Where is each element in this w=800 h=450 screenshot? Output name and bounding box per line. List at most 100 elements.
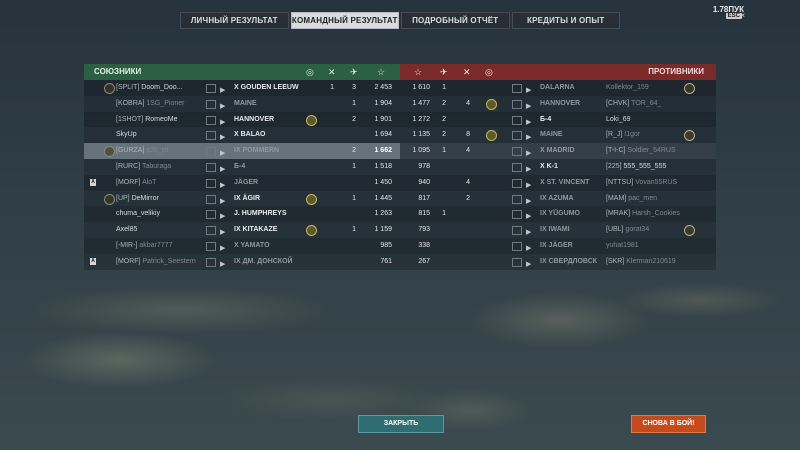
ally-row[interactable]: [RURC] Taburaga ▶ Б-4 1 1 518	[84, 158, 400, 175]
xp-value: 1 610	[412, 84, 430, 91]
enemies-header: ☆ ✈ ✕ ◎ ПРОТИВНИКИ	[400, 64, 716, 80]
battle-again-button[interactable]: СНОВА В БОЙ!	[631, 415, 706, 433]
ally-row[interactable]: SkyUp ▶ X BALAO 1 694	[84, 127, 400, 144]
player-label: Soldier_54RUS	[627, 147, 676, 155]
tier-icon	[512, 147, 522, 157]
clan-tag: [MRAK]	[606, 210, 631, 218]
player-label: yuhat1981	[606, 241, 639, 249]
clan-tag: [1SHOT]	[116, 115, 144, 123]
planes-value: 3	[352, 84, 356, 91]
table-row: A [MORF] Patrick_Seestern ▶ IX ДМ. ДОНСКОЙ 7…	[84, 253, 716, 270]
rank-badge-icon	[684, 83, 695, 94]
planes-value: 1	[442, 210, 446, 218]
enemy-row[interactable]: 1 272 2 ▶ Б-4 Loki_69	[400, 111, 716, 128]
enemy-row[interactable]: 1 610 1 ▶ DALARNA Kollektor_159	[400, 80, 716, 96]
ally-row[interactable]: [1SHOT] RomeoMe ▶ HANNOVER 2 1 901	[84, 111, 400, 128]
enemy-row[interactable]: 817 2 ▶ IX AZUMA [MAM] pac_men	[400, 190, 716, 207]
close-button[interactable]: ЗАКРЫТЬ	[358, 415, 444, 433]
tab-2[interactable]: ПОДРОБНЫЙ ОТЧЁТ	[401, 12, 510, 29]
ship-name: X MADRID	[540, 147, 575, 155]
tier-icon	[512, 241, 522, 251]
player-name: [225] 555_555_555	[606, 159, 666, 175]
clan-tag: [RURC]	[116, 162, 141, 170]
clan-tag: [R_J]	[606, 131, 623, 139]
tier-icon	[206, 115, 216, 125]
player-label: SkyUp	[116, 131, 137, 139]
xp-value: 1 159	[374, 226, 392, 234]
clan-tag: [UP]	[116, 194, 130, 202]
enemy-row[interactable]: 793 ▶ IX IWAMI [UBL] gorat34	[400, 222, 716, 238]
enemy-row[interactable]: 1 095 1 4 ▶ X MADRID [T-I-C] Soldier_54RUS	[400, 143, 716, 159]
player-name: [SPLIT] Doom_Doo...	[116, 80, 183, 96]
rank-square-icon: A	[90, 257, 96, 265]
enemy-row[interactable]: 978 ▶ X K-1 [225] 555_555_555	[400, 158, 716, 175]
enemies-title: ПРОТИВНИКИ	[648, 67, 704, 76]
ally-row[interactable]: [GURZA] p2k_ist ▶ IX POMMERN 2 1 662	[84, 143, 400, 159]
player-name: [MRAK] Harsh_Cookies	[606, 206, 680, 222]
player-name: Kollektor_159	[606, 80, 649, 96]
table-row: [KOBRA] 1SG_Pioner ▶ MAINE 1 1 904 1 477 2 4 ▶ HA…	[84, 95, 716, 112]
enemy-row[interactable]: 815 1 ▶ IX YŪGUMO [MRAK] Harsh_Cookies	[400, 206, 716, 223]
planes-value: 2	[352, 115, 356, 123]
player-name: [NTTSU] Vovan55RUS	[606, 175, 677, 191]
ally-row[interactable]: chuma_velikiy ▶ J. HUMPHREYS 1 263	[84, 206, 400, 223]
ship-name: J. HUMPHREYS	[234, 210, 287, 218]
results-table: [SPLIT] Doom_Doo... ▶ X GOUDEN LEEUW 1 3 2 45…	[84, 80, 716, 270]
ally-row[interactable]: A [MORF] AloT ▶ JÄGER 1 450	[84, 174, 400, 191]
tier-icon	[512, 162, 522, 172]
enemy-row[interactable]: 1 477 2 4 ▶ HANNOVER [CHVK] TOR_64_	[400, 95, 716, 112]
ally-row[interactable]: [-MIR-] akbar7777 ▶ X YAMATO 985	[84, 237, 400, 254]
player-name: [KOBRA] 1SG_Pioner	[116, 96, 185, 112]
player-label: AloT	[142, 178, 157, 186]
ship-name: Б-4	[234, 162, 246, 170]
ship-name: IX AZUMA	[540, 194, 574, 202]
player-name: [RURC] Taburaga	[116, 159, 171, 175]
player-label: Kollektor_159	[606, 84, 649, 91]
player-name: yuhat1981	[606, 238, 639, 254]
tab-bar: ЛИЧНЫЙ РЕЗУЛЬТАТ КОМАНДНЫЙ РЕЗУЛЬТАТ ПОДРО…	[180, 12, 620, 29]
player-label: akbar7777	[139, 241, 173, 249]
xp-value: 815	[418, 210, 430, 218]
xp-value: 1 904	[374, 99, 392, 107]
ally-row[interactable]: [SPLIT] Doom_Doo... ▶ X GOUDEN LEEUW 1 3 2 45…	[84, 80, 400, 96]
tab-1[interactable]: КОМАНДНЫЙ РЕЗУЛЬТАТ	[290, 12, 399, 29]
ship-name: IX ДМ. ДОНСКОЙ	[234, 257, 293, 265]
table-row: chuma_velikiy ▶ J. HUMPHREYS 1 263 815 1 ▶ IX Y…	[84, 206, 716, 223]
table-row: [SPLIT] Doom_Doo... ▶ X GOUDEN LEEUW 1 3 2 45…	[84, 80, 716, 96]
tab-3[interactable]: КРЕДИТЫ И ОПЫТ	[511, 12, 620, 29]
tab-0[interactable]: ЛИЧНЫЙ РЕЗУЛЬТАТ	[180, 12, 289, 29]
enemy-row[interactable]: 1 135 2 8 ▶ MAINE [R_J] I1gor	[400, 127, 716, 144]
player-label: 555_555_555	[623, 162, 667, 170]
tier-icon	[206, 147, 216, 157]
ally-row[interactable]: [UP] DeMirror ▶ IX ÄGIR 1 1 445	[84, 190, 400, 207]
ship-name: IX IWAMI	[540, 226, 570, 234]
clan-tag: [SPLIT]	[116, 84, 140, 91]
enemy-row[interactable]: 940 4 ▶ X ST. VINCENT [NTTSU] Vovan55RUS	[400, 174, 716, 191]
kills-value: 4	[466, 99, 470, 107]
clan-tag: [GURZA]	[116, 147, 145, 155]
ally-row[interactable]: Axel85 ▶ IX KITAKAZE 1 1 159	[84, 222, 400, 238]
xp-value: 267	[418, 257, 430, 265]
tier-icon	[512, 178, 522, 188]
enemy-row[interactable]: 267 ▶ IX СВЕРДЛОВСК [SKR] Klerman210619	[400, 253, 716, 270]
star-icon: ☆	[377, 67, 386, 77]
player-label: TOR_64_	[631, 99, 662, 107]
medal-icon: ◎	[485, 67, 493, 77]
planes-value: 1	[442, 84, 446, 91]
enemy-row[interactable]: 338 ▶ IX JÄGER yuhat1981	[400, 237, 716, 254]
rank-badge-icon	[684, 225, 695, 237]
player-name: [MORF] Patrick_Seestern	[116, 254, 196, 270]
ally-row[interactable]: [KOBRA] 1SG_Pioner ▶ MAINE 1 1 904	[84, 95, 400, 112]
medal-icon	[306, 225, 317, 237]
player-label: Patrick_Seestern	[142, 257, 196, 265]
close-icon[interactable]: ×	[740, 11, 745, 20]
medal-icon	[306, 114, 317, 126]
ship-name: HANNOVER	[234, 115, 275, 123]
xp-value: 1 662	[374, 147, 392, 155]
clan-tag: [KOBRA]	[116, 99, 145, 107]
ship-name: IX POMMERN	[234, 147, 280, 155]
tier-icon	[512, 226, 522, 236]
player-name: [MORF] AloT	[116, 175, 156, 191]
xp-value: 1 445	[374, 194, 392, 202]
ally-row[interactable]: A [MORF] Patrick_Seestern ▶ IX ДМ. ДОНСКОЙ 7…	[84, 253, 400, 270]
